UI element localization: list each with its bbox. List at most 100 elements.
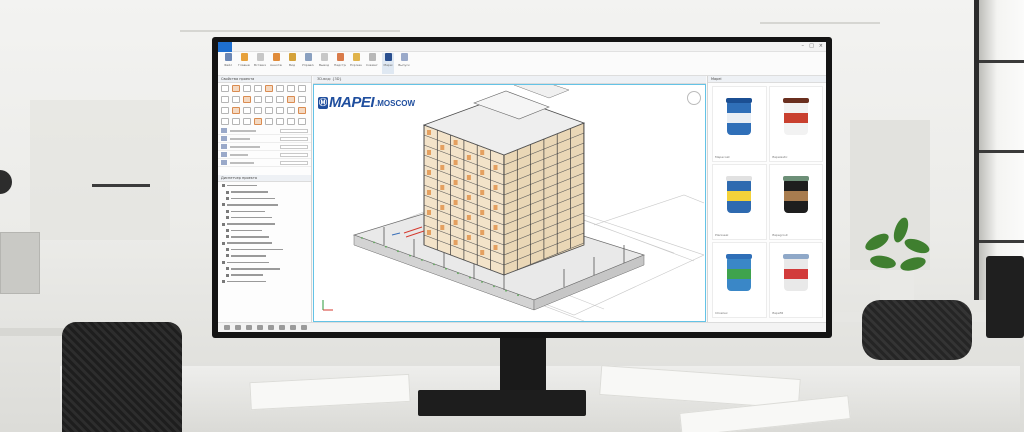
- ceiling-beam: [180, 30, 400, 32]
- tool-icon[interactable]: [243, 118, 251, 125]
- product-card[interactable]: Mapelastic: [768, 86, 823, 162]
- property-row[interactable]: [218, 151, 311, 159]
- tool-icon[interactable]: [243, 107, 251, 114]
- product-card[interactable]: Idrosilex: [712, 242, 767, 318]
- tool-icon[interactable]: [276, 85, 284, 92]
- view-tab[interactable]: 3D-вид: {3D}: [313, 76, 706, 84]
- tool-icon[interactable]: [232, 96, 240, 103]
- minimize-icon[interactable]: –: [802, 43, 805, 49]
- tool-icon[interactable]: [254, 85, 262, 92]
- ribbon-button-label: Mapei: [383, 63, 393, 67]
- tool-icon[interactable]: [232, 118, 240, 125]
- tool-icon[interactable]: [265, 96, 273, 103]
- tool-icon[interactable]: [265, 85, 273, 92]
- property-row[interactable]: [218, 127, 311, 135]
- 3d-viewport[interactable]: Ⓜ MAPEI .MOSCOW: [313, 84, 706, 322]
- tool-icon[interactable]: [221, 96, 229, 103]
- tool-icon[interactable]: [221, 118, 229, 125]
- product-card[interactable]: Mapefill: [768, 242, 823, 318]
- left-panel: Свойства проекта Диспетчер проекта: [218, 76, 312, 322]
- tool-icon[interactable]: [276, 96, 284, 103]
- status-icon[interactable]: [224, 325, 230, 330]
- status-icon[interactable]: [268, 325, 274, 330]
- ribbon-button[interactable]: Вид: [286, 53, 298, 67]
- tool-icon[interactable]: [254, 107, 262, 114]
- tool-icon[interactable]: [287, 96, 295, 103]
- ribbon-button[interactable]: Главная: [238, 53, 250, 67]
- ribbon-button[interactable]: Надстройки: [334, 53, 346, 67]
- tool-icon[interactable]: [254, 96, 262, 103]
- property-row[interactable]: [218, 143, 311, 151]
- ribbon-button-label: Express: [350, 63, 362, 67]
- tool-icon[interactable]: [232, 107, 240, 114]
- office-chair: [862, 300, 972, 360]
- product-bucket-image: [782, 98, 809, 135]
- tool-row: [218, 116, 311, 127]
- release-icon: [400, 53, 408, 61]
- ribbon-button-label: Совместно: [366, 63, 378, 67]
- tool-icon[interactable]: [221, 85, 229, 92]
- maximize-icon[interactable]: □: [809, 43, 814, 49]
- tool-icon[interactable]: [243, 85, 251, 92]
- tool-icon[interactable]: [298, 118, 306, 125]
- tool-row: [218, 83, 311, 94]
- annotate-icon: [272, 53, 280, 61]
- close-icon[interactable]: ×: [819, 43, 823, 49]
- building-3d-model: [352, 85, 704, 321]
- product-card[interactable]: Mapegrout: [768, 164, 823, 240]
- status-icon[interactable]: [235, 325, 241, 330]
- product-bucket-image: [782, 254, 809, 291]
- tool-icon[interactable]: [287, 107, 295, 114]
- ribbon-button[interactable]: Аннотации: [270, 53, 282, 67]
- view-icon: [288, 53, 296, 61]
- ribbon-button[interactable]: Mapei: [382, 53, 394, 74]
- product-card[interactable]: Mapecoat: [712, 86, 767, 162]
- status-icon[interactable]: [246, 325, 252, 330]
- product-caption: Mapefill: [771, 311, 784, 315]
- tool-icon[interactable]: [298, 85, 306, 92]
- project-browser-tree: [218, 182, 311, 284]
- product-grid: Mapecoat Mapelastic Planiseal Mapegrout Idro…: [712, 86, 823, 318]
- manage-icon: [304, 53, 312, 61]
- ribbon-button[interactable]: Совместно: [366, 53, 378, 67]
- tool-icon[interactable]: [276, 118, 284, 125]
- office-chair: [62, 322, 182, 432]
- monitor-stand: [500, 336, 546, 394]
- tree-item[interactable]: [218, 278, 311, 284]
- ribbon-button[interactable]: Файл: [222, 53, 234, 67]
- wall-lamp: [0, 170, 12, 194]
- tool-icon[interactable]: [298, 96, 306, 103]
- window: [974, 0, 1024, 300]
- status-icon[interactable]: [301, 325, 307, 330]
- coordinate-axes-icon: [322, 300, 333, 311]
- status-icon[interactable]: [279, 325, 285, 330]
- tool-icon[interactable]: [221, 107, 229, 114]
- mapei-logo-brand: MAPEI: [329, 94, 375, 111]
- home-icon: [240, 53, 248, 61]
- property-row[interactable]: [218, 159, 311, 167]
- tool-icon[interactable]: [287, 85, 295, 92]
- tool-icon[interactable]: [265, 118, 273, 125]
- status-icon[interactable]: [257, 325, 263, 330]
- ribbon-button[interactable]: Выпуск: [398, 53, 410, 67]
- output-icon: [320, 53, 328, 61]
- tool-icon[interactable]: [287, 118, 295, 125]
- tool-icon[interactable]: [276, 107, 284, 114]
- app-menu-button[interactable]: [218, 42, 232, 52]
- tool-icon[interactable]: [243, 96, 251, 103]
- ribbon-button-label: Управление: [302, 63, 314, 67]
- status-icon[interactable]: [290, 325, 296, 330]
- property-row[interactable]: [218, 135, 311, 143]
- tool-icon[interactable]: [298, 107, 306, 114]
- tool-icon[interactable]: [254, 118, 262, 125]
- ribbon-button[interactable]: Вывод: [318, 53, 330, 67]
- view-cube-icon[interactable]: [687, 91, 701, 105]
- ribbon-button[interactable]: Управление: [302, 53, 314, 67]
- tool-icon[interactable]: [265, 107, 273, 114]
- ribbon-button[interactable]: Express: [350, 53, 362, 67]
- ribbon-button-label: Выпуск: [398, 63, 410, 67]
- ribbon-button[interactable]: Вставка: [254, 53, 266, 67]
- tool-icon[interactable]: [232, 85, 240, 92]
- product-caption: Mapelastic: [771, 155, 788, 159]
- product-card[interactable]: Planiseal: [712, 164, 767, 240]
